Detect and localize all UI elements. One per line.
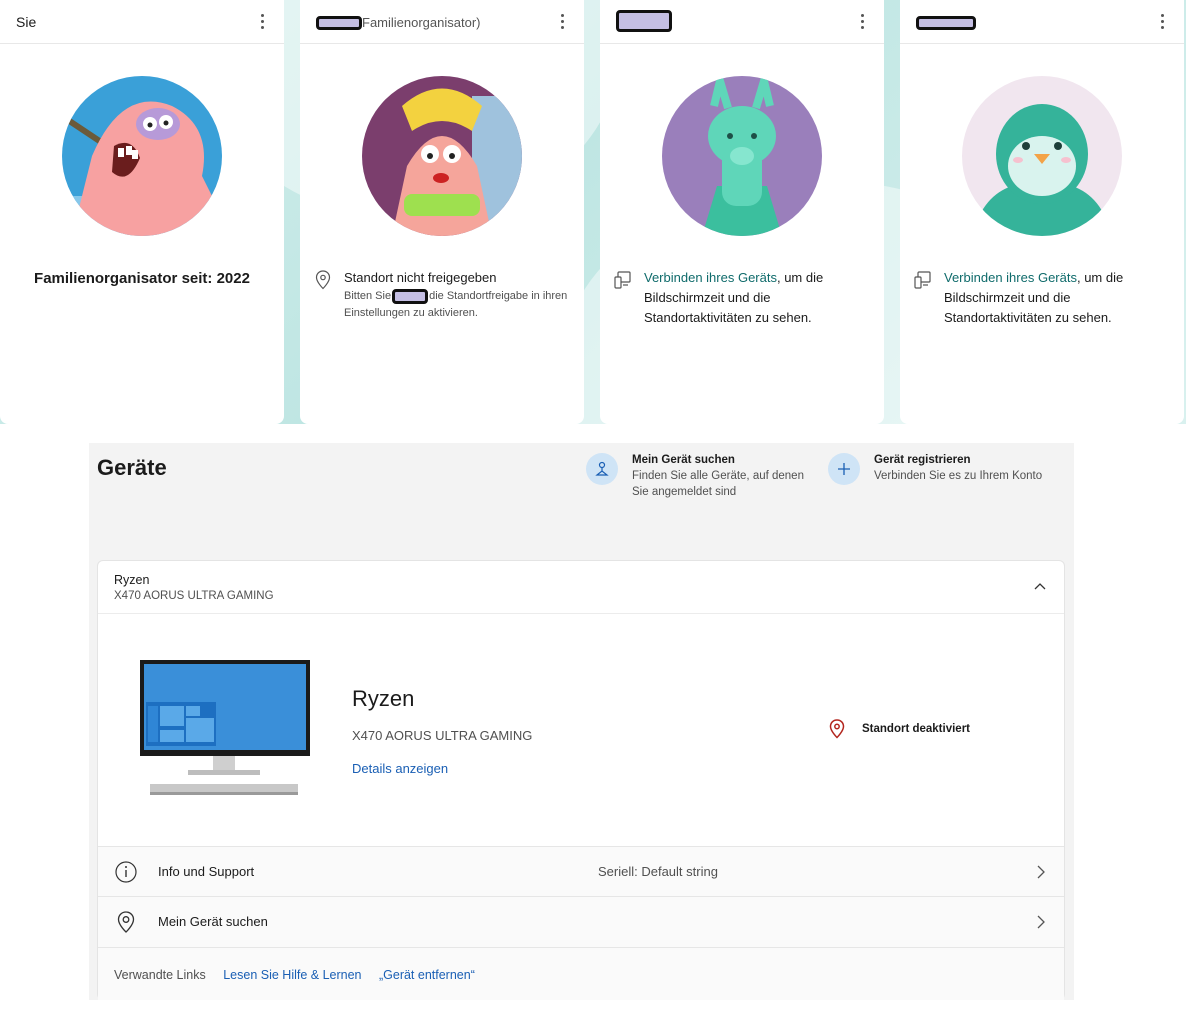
- device-connect-icon: [614, 271, 631, 289]
- location-status: Standort deaktiviert: [828, 719, 970, 739]
- show-details-link[interactable]: Details anzeigen: [352, 761, 448, 776]
- more-options-icon[interactable]: [254, 10, 270, 32]
- connect-device-text: Verbinden ihres Geräts, um die Bildschir…: [944, 270, 1124, 325]
- redacted-name: [616, 10, 672, 33]
- patrick-star-blonde-avatar: [362, 76, 522, 236]
- location-status-title: Standort nicht freigegeben: [344, 270, 497, 285]
- find-device-desc: Sie angemeldet sind: [632, 486, 737, 498]
- member-card-organizer: Familienorganisator) Standort nicht frei: [300, 0, 584, 424]
- connect-device-info: Verbinden ihres Geräts, um die Bildschir…: [614, 268, 870, 328]
- register-device-action[interactable]: Gerät registrieren Verbinden Sie es zu I…: [828, 453, 1042, 485]
- location-pin-icon: [315, 270, 331, 290]
- redacted-name: [316, 16, 362, 31]
- serial-number: Seriell: Default string: [598, 864, 718, 879]
- find-device-label: Mein Gerät suchen: [158, 914, 268, 929]
- device-name: Ryzen: [114, 573, 150, 587]
- device-title: Ryzen: [352, 686, 415, 711]
- location-status-text: Standort deaktiviert: [862, 723, 970, 735]
- info-support-label: Info und Support: [158, 864, 255, 879]
- location-pin-icon: [117, 911, 135, 933]
- redacted-name: [916, 16, 976, 31]
- location-not-shared-info: Standort nicht freigegeben Bitten Sie die…: [314, 268, 570, 322]
- member-card-header: [900, 0, 1184, 44]
- patrick-star-avatar: [62, 76, 222, 236]
- member-card-child-2: Verbinden ihres Geräts, um die Bildschir…: [900, 0, 1184, 424]
- member-card-header: [600, 0, 884, 44]
- member-card-child-1: Verbinden ihres Geräts, um die Bildschir…: [600, 0, 884, 424]
- device-details-section: Ryzen X470 AORUS ULTRA GAMING Details an…: [98, 614, 1064, 846]
- register-device-desc: Verbinden Sie es zu Ihrem Konto: [874, 470, 1043, 482]
- chevron-right-icon: [1037, 915, 1045, 929]
- info-icon: [115, 861, 137, 883]
- device-card-header[interactable]: Ryzen X470 AORUS ULTRA GAMING: [98, 561, 1064, 614]
- connect-device-link[interactable]: Verbinden ihres Geräts: [644, 270, 777, 285]
- page-title: Geräte: [97, 455, 167, 480]
- plus-icon: [828, 453, 860, 485]
- penguin-avatar: [962, 76, 1122, 236]
- help-learn-link[interactable]: Lesen Sie Hilfe & Lernen: [223, 968, 361, 982]
- related-links: Verwandte Links Lesen Sie Hilfe & Lernen…: [98, 947, 1064, 1000]
- devices-panel: Geräte Mein Gerät suchen Finden Sie alle…: [89, 443, 1074, 1000]
- remove-device-link[interactable]: „Gerät entfernen“: [379, 968, 475, 982]
- connect-device-link[interactable]: Verbinden ihres Geräts: [944, 270, 1077, 285]
- member-card-header: Sie: [0, 0, 284, 44]
- device-connect-icon: [914, 271, 931, 289]
- desktop-pc-illustration: [140, 660, 310, 795]
- llama-avatar: [662, 76, 822, 236]
- device-card: Ryzen X470 AORUS ULTRA GAMING Ryzen X470…: [97, 560, 1065, 1000]
- register-device-title: Gerät registrieren: [874, 454, 971, 466]
- location-off-icon: [829, 719, 845, 739]
- connect-device-text: Verbinden ihres Geräts, um die Bildschir…: [644, 270, 824, 325]
- connect-device-info: Verbinden ihres Geräts, um die Bildschir…: [914, 268, 1170, 328]
- chevron-right-icon: [1037, 865, 1045, 879]
- member-card-header: Familienorganisator): [300, 0, 584, 44]
- related-links-label: Verwandte Links: [114, 968, 206, 982]
- find-device-icon: [586, 453, 618, 485]
- device-model: X470 AORUS ULTRA GAMING: [114, 590, 274, 602]
- find-my-device-action[interactable]: Mein Gerät suchen Finden Sie alle Geräte…: [586, 453, 804, 500]
- info-support-row[interactable]: Info und Support Seriell: Default string: [98, 846, 1064, 897]
- more-options-icon[interactable]: [554, 10, 570, 32]
- family-members-band: Sie Familienorganisator seit: 2022 Famil…: [0, 0, 1186, 424]
- redacted-name: [392, 288, 429, 304]
- member-name: Sie: [16, 14, 37, 30]
- more-options-icon[interactable]: [1154, 10, 1170, 32]
- member-role: Familienorganisator): [362, 15, 481, 30]
- find-my-device-row[interactable]: Mein Gerät suchen: [98, 896, 1064, 947]
- chevron-up-icon[interactable]: [1032, 579, 1048, 595]
- more-options-icon[interactable]: [854, 10, 870, 32]
- organizer-since-text: Familienorganisator seit: 2022: [34, 270, 250, 287]
- location-status-hint: Bitten Sie die Standortfreigabe in ihren …: [344, 288, 568, 319]
- device-model-detail: X470 AORUS ULTRA GAMING: [352, 728, 533, 743]
- find-device-desc: Finden Sie alle Geräte, auf denen: [632, 470, 804, 482]
- find-device-title: Mein Gerät suchen: [632, 454, 735, 466]
- member-card-self: Sie Familienorganisator seit: 2022: [0, 0, 284, 424]
